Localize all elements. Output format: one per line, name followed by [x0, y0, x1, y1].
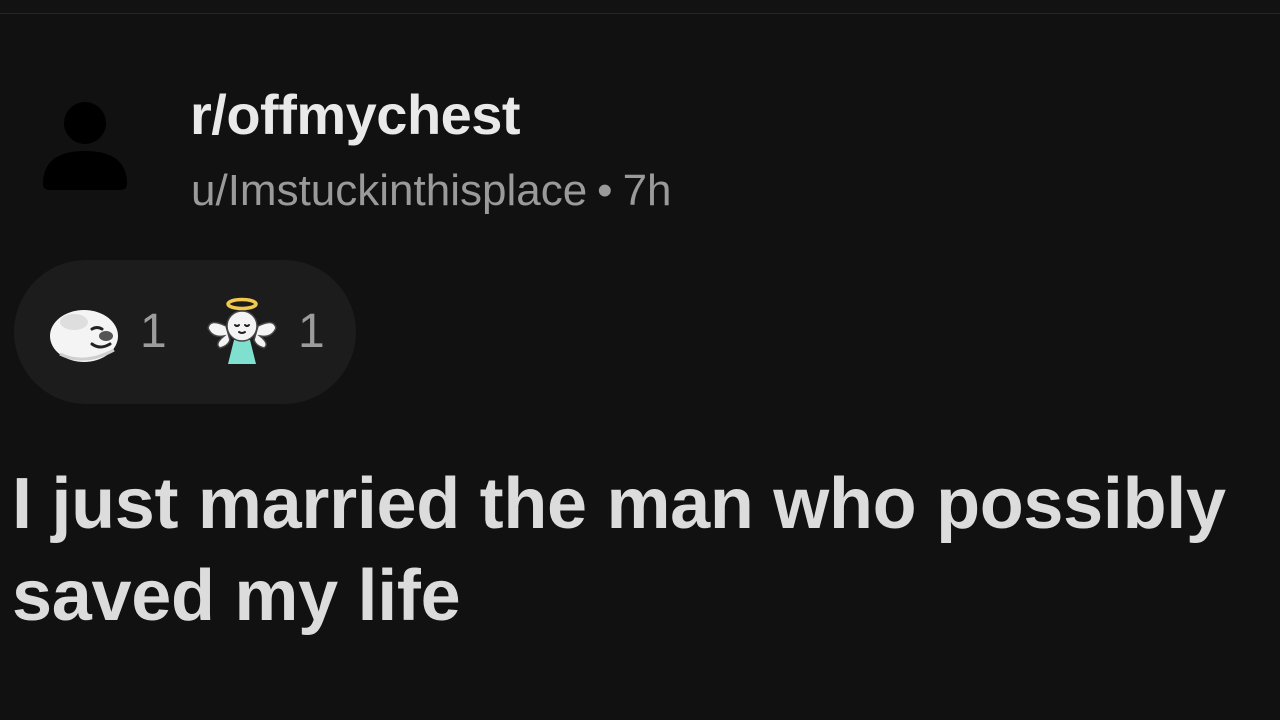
post-title[interactable]: I just married the man who possibly save… — [12, 458, 1280, 642]
awards-bar[interactable]: 1 1 — [14, 260, 356, 404]
post-meta: u/Imstuckinthisplace • 7h — [191, 166, 672, 216]
angel-award-icon — [207, 297, 277, 364]
award-seal[interactable]: 1 — [48, 260, 167, 404]
award-count: 1 — [140, 305, 167, 358]
seal-award-icon — [50, 310, 118, 362]
subreddit-name[interactable]: r/offmychest — [190, 82, 521, 147]
top-divider — [0, 0, 1280, 14]
post-age: 7h — [622, 166, 672, 215]
award-count: 1 — [298, 305, 325, 358]
author-name[interactable]: u/Imstuckinthisplace — [191, 166, 587, 215]
meta-separator: • — [597, 166, 613, 215]
award-angel[interactable]: 1 — [206, 260, 325, 404]
user-avatar-icon[interactable] — [40, 100, 130, 192]
